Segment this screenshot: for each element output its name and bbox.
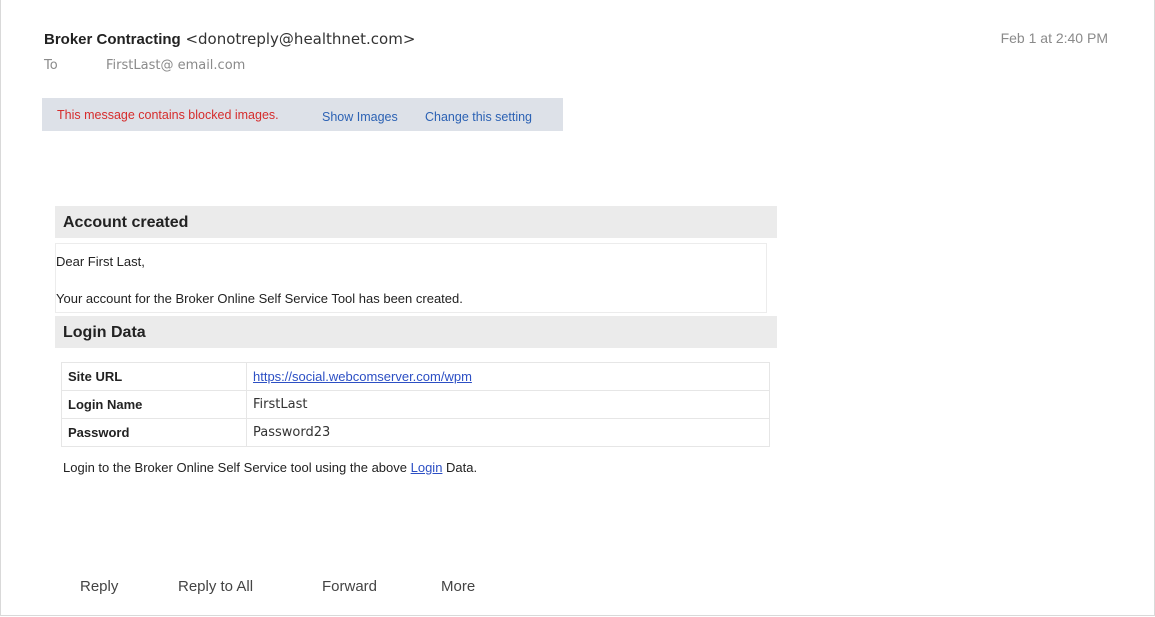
sender-name[interactable]: Broker Contracting <box>44 31 181 48</box>
login-note-text: Login to the Broker Online Self Service … <box>63 460 411 475</box>
account-created-title: Account created <box>63 214 189 231</box>
login-data-title: Login Data <box>63 324 146 341</box>
login-data-header: Login Data <box>55 316 777 348</box>
sender-line: Broker Contracting <donotreply@healthnet… <box>44 30 415 48</box>
greeting-text: Dear First Last, <box>56 254 145 269</box>
site-url-label: Site URL <box>61 362 247 391</box>
table-row: Site URL https://social.webcomserver.com… <box>61 362 770 391</box>
blocked-images-bar: This message contains blocked images. Sh… <box>42 98 563 131</box>
reply-all-button[interactable]: Reply to All <box>178 578 253 595</box>
login-note: Login to the Broker Online Self Service … <box>63 460 477 475</box>
password-value: Password23 <box>246 418 770 447</box>
login-name-label: Login Name <box>61 390 247 419</box>
more-button[interactable]: More <box>441 578 475 595</box>
forward-button[interactable]: Forward <box>322 578 377 595</box>
login-link[interactable]: Login <box>411 460 443 475</box>
email-date: Feb 1 at 2:40 PM <box>1000 30 1108 46</box>
login-data-table: Site URL https://social.webcomserver.com… <box>61 362 770 447</box>
login-name-value: FirstLast <box>246 390 770 419</box>
login-note-end: Data. <box>442 460 478 475</box>
to-label: To <box>44 58 58 73</box>
sender-email: <donotreply@healthnet.com> <box>185 30 416 48</box>
account-body-text: Your account for the Broker Online Self … <box>56 291 463 306</box>
table-row: Password Password23 <box>61 418 770 447</box>
change-setting-link[interactable]: Change this setting <box>425 110 532 124</box>
to-address[interactable]: FirstLast@ email.com <box>106 58 245 73</box>
password-label: Password <box>61 418 247 447</box>
reply-button[interactable]: Reply <box>80 578 118 595</box>
site-url-link[interactable]: https://social.webcomserver.com/wpm <box>253 369 472 384</box>
account-created-header: Account created <box>55 206 777 238</box>
blocked-images-message: This message contains blocked images. <box>57 108 279 122</box>
table-row: Login Name FirstLast <box>61 390 770 419</box>
show-images-link[interactable]: Show Images <box>322 110 398 124</box>
